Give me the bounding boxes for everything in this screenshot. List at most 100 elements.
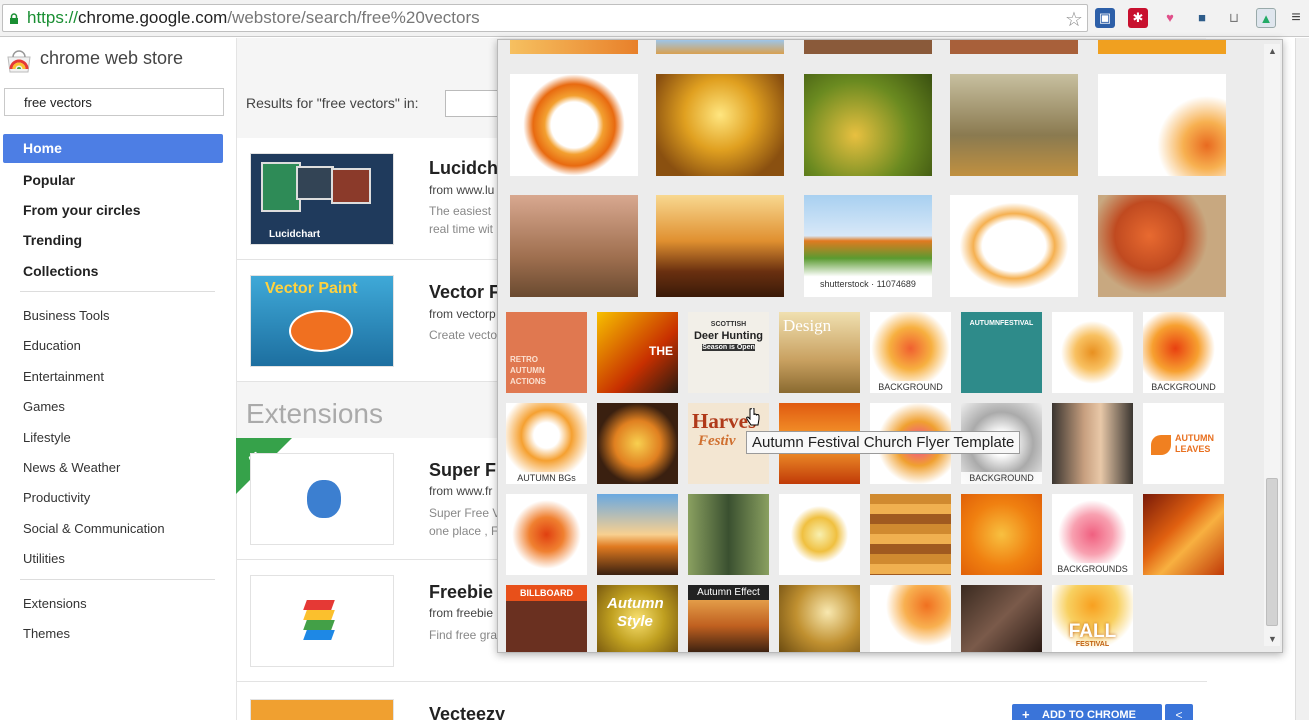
- image-thumbnail[interactable]: AUTUMN LEAVES: [1143, 403, 1224, 484]
- image-caption: Deer Hunting: [693, 330, 764, 342]
- image-thumbnail[interactable]: Autumn Style: [597, 585, 678, 652]
- image-thumbnail[interactable]: [597, 403, 678, 484]
- nav-trending[interactable]: Trending: [23, 232, 82, 248]
- image-thumbnail[interactable]: RETRO AUTUMN ACTIONS: [506, 312, 587, 393]
- hand-cursor-icon: [746, 408, 760, 426]
- image-thumbnail[interactable]: SCOTTISH Deer Hunting Season is Open: [688, 312, 769, 393]
- extension-heart-icon[interactable]: ♥: [1160, 8, 1180, 28]
- image-thumbnail[interactable]: [779, 585, 860, 652]
- image-thumbnail[interactable]: BILLBOARD: [506, 585, 587, 652]
- image-thumbnail[interactable]: [1098, 40, 1226, 54]
- extension-title[interactable]: Vecteezy: [429, 704, 505, 720]
- image-thumbnail[interactable]: AUTUMNFESTIVAL: [961, 312, 1042, 393]
- image-caption: AUTUMNFESTIVAL: [969, 320, 1034, 327]
- image-thumbnail[interactable]: [950, 74, 1078, 176]
- image-thumbnail[interactable]: shutterstock · 11074689: [804, 195, 932, 297]
- extension-asterisk-icon[interactable]: ✱: [1128, 8, 1148, 28]
- image-thumbnail[interactable]: [804, 74, 932, 176]
- extension-title[interactable]: Super Fr: [429, 460, 503, 481]
- image-thumbnail[interactable]: [804, 40, 932, 54]
- category-utilities[interactable]: Utilities: [23, 551, 65, 566]
- image-thumbnail[interactable]: [1098, 195, 1226, 297]
- image-caption: Design: [783, 316, 832, 335]
- image-thumbnail[interactable]: BACKGROUNDS: [1052, 494, 1133, 575]
- scroll-up-arrow-icon[interactable]: ▲: [1268, 46, 1277, 56]
- image-thumbnail[interactable]: [870, 494, 951, 575]
- add-to-chrome-button[interactable]: + ADD TO CHROME: [1012, 704, 1162, 720]
- image-thumbnail[interactable]: [510, 74, 638, 176]
- image-thumbnail[interactable]: [597, 494, 678, 575]
- extension-screen-icon[interactable]: ▣: [1095, 8, 1115, 28]
- category-business-tools[interactable]: Business Tools: [23, 308, 109, 323]
- image-caption: Season is Open: [702, 344, 755, 351]
- category-productivity[interactable]: Productivity: [23, 490, 90, 505]
- image-thumbnail[interactable]: [656, 40, 784, 54]
- app-description: Create vecto: [429, 328, 498, 342]
- category-entertainment[interactable]: Entertainment: [23, 369, 104, 384]
- image-thumbnail[interactable]: [950, 195, 1078, 297]
- image-thumbnail[interactable]: [961, 494, 1042, 575]
- image-caption: BACKGROUNDS: [1052, 563, 1133, 575]
- extensions-heading: Extensions: [246, 398, 383, 429]
- image-thumbnail[interactable]: [506, 494, 587, 575]
- share-button[interactable]: <: [1165, 704, 1193, 720]
- store-title: chrome web store: [40, 48, 184, 68]
- results-label: Results for "free vectors" in:: [246, 95, 419, 111]
- chrome-menu-icon[interactable]: ≡: [1286, 8, 1306, 28]
- image-thumbnail[interactable]: Design: [779, 312, 860, 393]
- image-thumbnail[interactable]: [950, 40, 1078, 54]
- image-thumbnail[interactable]: FALL FESTIVAL: [1052, 585, 1133, 652]
- results-filter-select[interactable]: [445, 90, 505, 117]
- app-title[interactable]: Vector F: [429, 282, 500, 303]
- scroll-down-arrow-icon[interactable]: ▼: [1268, 634, 1277, 644]
- scrollbar-thumb[interactable]: [1266, 478, 1278, 626]
- image-thumbnail[interactable]: Autumn Effect: [688, 585, 769, 652]
- image-caption: RETRO AUTUMN ACTIONS: [510, 355, 546, 386]
- extension-camera-icon[interactable]: ■: [1192, 8, 1212, 28]
- image-thumbnail[interactable]: [1098, 74, 1226, 176]
- image-thumbnail[interactable]: [688, 494, 769, 575]
- image-thumbnail[interactable]: [656, 195, 784, 297]
- image-thumbnail[interactable]: [1143, 494, 1224, 575]
- category-social-communication[interactable]: Social & Communication: [23, 521, 165, 536]
- image-thumbnail[interactable]: AUTUMN BGs: [506, 403, 587, 484]
- image-downloader-popup: shutterstock · 11074689 RETRO AUTUMN ACT…: [497, 39, 1283, 653]
- page-scrollbar[interactable]: [1295, 38, 1309, 720]
- extension-tray-icon[interactable]: ⊔: [1224, 8, 1244, 28]
- nav-popular[interactable]: Popular: [23, 172, 75, 188]
- search-input[interactable]: [4, 88, 224, 116]
- category-lifestyle[interactable]: Lifestyle: [23, 430, 71, 445]
- image-thumbnail[interactable]: [1052, 312, 1133, 393]
- image-caption: BACKGROUND: [870, 381, 951, 393]
- image-thumbnail[interactable]: THE: [597, 312, 678, 393]
- app-thumbnail: Lucidchart: [250, 153, 394, 245]
- extension-source: from www.fr: [429, 484, 493, 498]
- image-caption: Autumn Effect: [688, 585, 769, 600]
- image-thumbnail[interactable]: [1052, 403, 1133, 484]
- category-extensions[interactable]: Extensions: [23, 596, 87, 611]
- category-themes[interactable]: Themes: [23, 626, 70, 641]
- image-thumbnail[interactable]: BACKGROUND: [870, 312, 951, 393]
- image-thumbnail[interactable]: [961, 585, 1042, 652]
- category-news-weather[interactable]: News & Weather: [23, 460, 120, 475]
- extension-image-downloader-icon[interactable]: ▲: [1256, 8, 1276, 28]
- image-thumbnail[interactable]: [656, 74, 784, 176]
- image-thumbnail[interactable]: BACKGROUND: [1143, 312, 1224, 393]
- image-thumbnail[interactable]: [510, 40, 638, 54]
- category-education[interactable]: Education: [23, 338, 81, 353]
- image-thumbnail[interactable]: [870, 585, 951, 652]
- browser-toolbar: https://chrome.google.com/webstore/searc…: [0, 0, 1309, 37]
- address-bar[interactable]: https://chrome.google.com/webstore/searc…: [2, 4, 1088, 32]
- image-caption: Style: [617, 613, 653, 630]
- nav-from-your-circles[interactable]: From your circles: [23, 202, 141, 218]
- nav-collections[interactable]: Collections: [23, 263, 98, 279]
- category-games[interactable]: Games: [23, 399, 65, 414]
- extension-title[interactable]: Freebie: [429, 582, 493, 603]
- nav-home[interactable]: Home: [3, 134, 223, 163]
- image-caption: shutterstock · 11074689: [820, 279, 916, 289]
- bookmark-star-icon[interactable]: ☆: [1065, 7, 1083, 32]
- image-thumbnail[interactable]: [510, 195, 638, 297]
- image-thumbnail[interactable]: [779, 494, 860, 575]
- popup-scrollbar[interactable]: ▲ ▼: [1264, 44, 1280, 646]
- extension-description: Super Free V: [429, 506, 501, 520]
